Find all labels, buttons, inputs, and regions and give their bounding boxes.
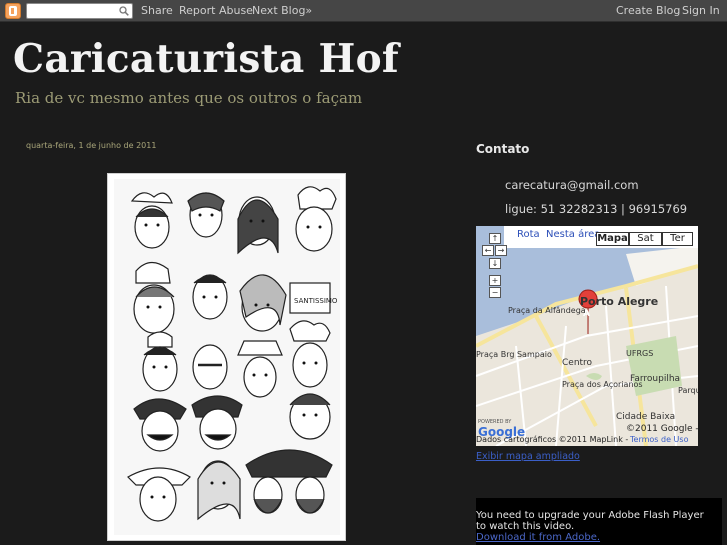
map-attribution: Dados cartográficos ©2011 MapLink - (476, 435, 629, 444)
post-image-frame: SANTISSIMO (107, 173, 346, 541)
map-label-parque: Parque (678, 386, 698, 395)
blogger-navbar: Share Report Abuse Next Blog» Create Blo… (0, 0, 727, 24)
pan-right-button[interactable]: → (495, 245, 507, 256)
caricature-illustration[interactable]: SANTISSIMO (114, 179, 340, 535)
pan-up-button[interactable]: ↑ (489, 233, 501, 244)
blog-title[interactable]: Caricaturista Hof (13, 36, 399, 82)
map-nesta-area-link[interactable]: Nesta área (546, 229, 600, 240)
zoom-in-button[interactable]: + (489, 275, 501, 286)
map-label-alfandega: Praça da Alfândega (508, 306, 586, 315)
pan-left-button[interactable]: ← (482, 245, 494, 256)
sign-in-link[interactable]: Sign In (682, 4, 720, 17)
search-input[interactable] (30, 9, 118, 24)
flash-video-placeholder: You need to upgrade your Adobe Flash Pla… (476, 498, 722, 545)
map-type-sat-button[interactable]: Sat (629, 232, 662, 246)
map-label-cidade-baixa: Cidade Baixa (616, 412, 676, 422)
caricature-drawing: SANTISSIMO (114, 179, 340, 535)
search-box (26, 3, 133, 24)
map-rota-link[interactable]: Rota (517, 229, 540, 240)
contact-email: carecatura@gmail.com (505, 178, 639, 192)
map-label-acorianos: Praça dos Açorianos (562, 380, 643, 389)
enlarge-map-link[interactable]: Exibir mapa ampliado (476, 451, 580, 462)
flash-message-line2: to watch this video. (476, 521, 575, 532)
contact-phone: ligue: 51 32282313 | 96915769 (505, 202, 688, 216)
search-icon[interactable] (119, 6, 129, 16)
map-label-brg-sampaio: Praça Brg Sampaio (476, 350, 552, 359)
blog-description: Ria de vc mesmo antes que os outros o fa… (15, 89, 363, 107)
map-label-centro: Centro (562, 358, 593, 368)
flash-message-line1: You need to upgrade your Adobe Flash Pla… (476, 510, 704, 521)
map-city-label: Porto Alegre (580, 295, 659, 308)
pan-down-button[interactable]: ↓ (489, 258, 501, 269)
share-link[interactable]: Share (141, 4, 173, 17)
blogger-logo-icon[interactable] (5, 3, 21, 19)
svg-text:SANTISSIMO: SANTISSIMO (294, 297, 338, 305)
map-terms-link[interactable]: Termos de Uso (630, 435, 688, 444)
post-date: quarta-feira, 1 de junho de 2011 (26, 141, 157, 150)
report-abuse-link[interactable]: Report Abuse (179, 4, 253, 17)
map-type-ter-button[interactable]: Ter (662, 232, 693, 246)
zoom-out-button[interactable]: − (489, 287, 501, 298)
contact-heading: Contato (476, 142, 530, 156)
map-copyright: ©2011 Google - (626, 424, 698, 434)
next-blog-link[interactable]: Next Blog» (252, 4, 312, 17)
google-map[interactable]: Rota Nesta área Mapa Sat Ter ↑ ← → ↓ + −… (476, 226, 698, 446)
flash-download-link[interactable]: Download it from Adobe. (476, 532, 600, 543)
create-blog-link[interactable]: Create Blog (616, 4, 680, 17)
map-label-ufrgs: UFRGS (626, 349, 654, 358)
map-type-mapa-button[interactable]: Mapa (596, 232, 629, 246)
